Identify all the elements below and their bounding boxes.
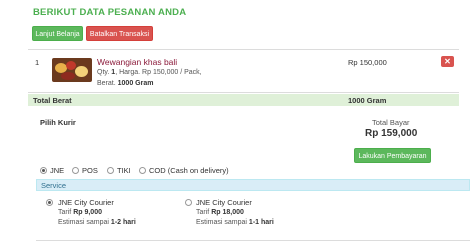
service-tarif-2: Tarif Rp 18,000 — [196, 209, 244, 216]
courier-option-tiki[interactable]: TIKI — [117, 166, 131, 175]
service-radio-2[interactable] — [185, 199, 192, 206]
courier-radio-pos[interactable] — [72, 167, 79, 174]
item-price: Rp 150,000 — [348, 58, 387, 67]
make-payment-button[interactable]: Lakukan Pembayaran — [354, 148, 431, 163]
courier-radio-jne[interactable] — [40, 167, 47, 174]
courier-radio-cod[interactable] — [139, 167, 146, 174]
total-pay-value: Rp 159,000 — [365, 128, 418, 139]
service-header-label: Service — [41, 181, 67, 190]
service-estimate-1: Estimasi sampai 1-2 hari — [58, 219, 136, 226]
courier-label: Pilih Kurir — [40, 118, 76, 127]
service-name-2[interactable]: JNE City Courier — [196, 198, 252, 207]
item-number: 1 — [35, 58, 40, 67]
divider — [36, 240, 470, 241]
divider — [28, 92, 459, 93]
page-title: BERIKUT DATA PESANAN ANDA — [33, 7, 187, 18]
service-radio-1[interactable] — [46, 199, 53, 206]
service-header — [36, 179, 470, 191]
total-weight-value: 1000 Gram — [348, 96, 387, 105]
close-icon: ✕ — [444, 57, 451, 66]
continue-shopping-button[interactable]: Lanjut Belanja — [32, 26, 83, 41]
courier-radio-tiki[interactable] — [107, 167, 114, 174]
service-name-1[interactable]: JNE City Courier — [58, 198, 114, 207]
total-weight-label: Total Berat — [33, 96, 72, 105]
product-image[interactable] — [52, 58, 92, 82]
product-name[interactable]: Wewangian khas bali — [97, 57, 177, 67]
courier-option-pos[interactable]: POS — [82, 166, 98, 175]
service-estimate-2: Estimasi sampai 1-1 hari — [196, 219, 274, 226]
courier-option-cod[interactable]: COD (Cash on delivery) — [149, 166, 229, 175]
cancel-transaction-button[interactable]: Batalkan Transaksi — [86, 26, 153, 41]
product-qty-price: Qty. 1, Harga. Rp 150,000 / Pack, — [97, 69, 202, 76]
service-tarif-1: Tarif Rp 9,000 — [58, 209, 102, 216]
divider — [28, 49, 459, 50]
product-weight: Berat. 1000 Gram — [97, 80, 154, 87]
total-weight-row — [28, 94, 459, 106]
total-pay-label: Total Bayar — [372, 118, 410, 127]
remove-item-button[interactable]: ✕ — [441, 56, 454, 67]
courier-option-jne[interactable]: JNE — [50, 166, 64, 175]
